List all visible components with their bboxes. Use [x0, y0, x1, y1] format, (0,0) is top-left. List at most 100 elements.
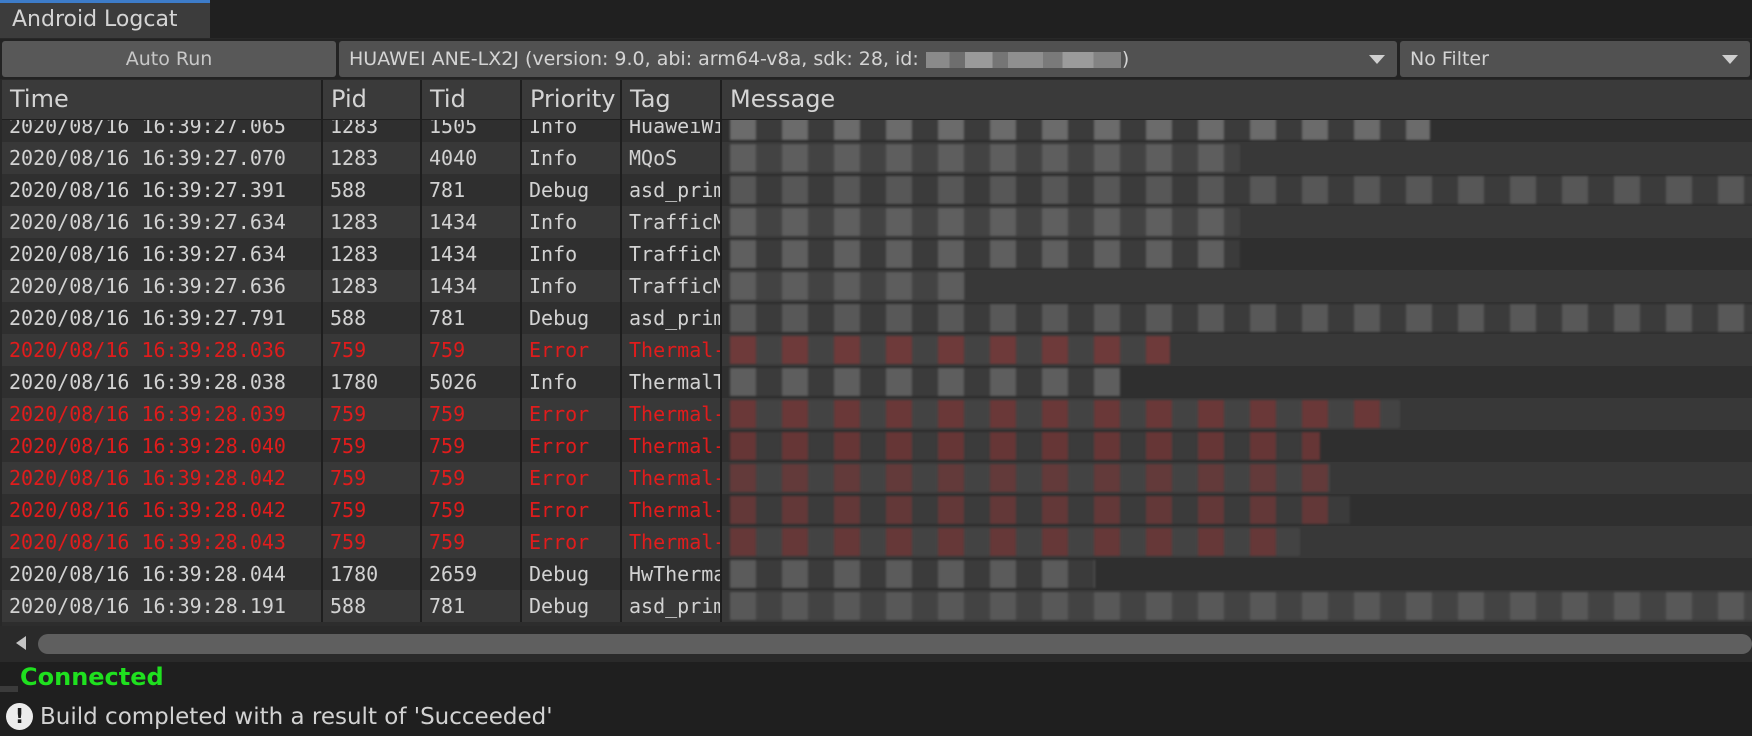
horizontal-scrollbar[interactable] [0, 626, 1752, 662]
filter-dropdown[interactable]: No Filter [1400, 41, 1750, 77]
table-row[interactable]: 2020/08/16 16:39:27.391 588 781 Debug asd_pr… [2, 174, 1752, 206]
table-row[interactable]: 2020/08/16 16:39:28.036 759 759 Error Therma… [2, 334, 1752, 366]
table-row[interactable]: 2020/08/16 16:39:28.043 759 759 Error Therma… [2, 526, 1752, 558]
device-id-redacted [925, 51, 1121, 68]
status-bar: Connected ! Build completed with a resul… [0, 662, 1752, 736]
message-blur [730, 496, 1350, 524]
column-header-message[interactable]: Message [722, 80, 1752, 119]
cell-time: 2020/08/16 16:39:28.040 [2, 430, 323, 462]
table-row[interactable]: 2020/08/16 16:39:27.065 1283 1505 Info Huawe… [2, 120, 1752, 142]
column-header-tag[interactable]: Tag [622, 80, 722, 119]
status-divider [0, 686, 18, 692]
cell-tid: 759 [422, 398, 522, 430]
column-header-tid[interactable]: Tid [422, 80, 522, 119]
cell-tag: ThermalT [622, 366, 722, 398]
cell-time: 2020/08/16 16:39:28.036 [2, 334, 323, 366]
cell-time: 2020/08/16 16:39:28.039 [2, 398, 323, 430]
message-blur [730, 336, 1170, 364]
table-row[interactable]: 2020/08/16 16:39:27.634 1283 1434 Info Traff… [2, 238, 1752, 270]
column-header-pid[interactable]: Pid [323, 80, 422, 119]
tab-title: Android Logcat [12, 7, 178, 32]
tab-android-logcat[interactable]: Android Logcat [0, 0, 210, 38]
cell-pid: 1780 [323, 366, 422, 398]
table-row[interactable]: 2020/08/16 16:39:28.042 759 759 Error Therma… [2, 494, 1752, 526]
cell-time: 2020/08/16 16:39:28.191 [2, 590, 323, 622]
cell-priority: Error [522, 462, 622, 494]
cell-pid: 1283 [323, 206, 422, 238]
cell-message-redacted [722, 302, 1752, 334]
cell-tid: 781 [422, 174, 522, 206]
column-header-priority[interactable]: Priority [522, 80, 622, 119]
device-label-prefix: HUAWEI ANE-LX2J (version: 9.0, abi: arm6… [349, 48, 925, 70]
column-header-time[interactable]: Time [2, 80, 323, 119]
table-row[interactable]: 2020/08/16 16:39:28.042 759 759 Error Therma… [2, 462, 1752, 494]
cell-priority: Error [522, 398, 622, 430]
info-icon: ! [6, 703, 33, 730]
auto-run-button[interactable]: Auto Run [2, 41, 336, 77]
cell-priority: Debug [522, 174, 622, 206]
cell-pid: 759 [323, 494, 422, 526]
cell-priority: Info [522, 120, 622, 142]
scroll-left-arrow-icon[interactable] [16, 636, 26, 650]
cell-priority: Info [522, 238, 622, 270]
cell-message-redacted [722, 590, 1752, 622]
cell-pid: 759 [323, 430, 422, 462]
table-row[interactable]: 2020/08/16 16:39:27.070 1283 4040 Info MQoS [2, 142, 1752, 174]
message-blur [730, 272, 965, 300]
cell-tag: asd_prim [622, 302, 722, 334]
cell-pid: 759 [323, 334, 422, 366]
cell-tag: TrafficM [622, 270, 722, 302]
cell-message-redacted [722, 174, 1752, 206]
cell-pid: 1780 [323, 558, 422, 590]
message-blur [730, 464, 1330, 492]
cell-tid: 5026 [422, 366, 522, 398]
cell-time: 2020/08/16 16:39:27.791 [2, 302, 323, 334]
message-blur [730, 400, 1400, 428]
cell-pid: 1283 [323, 270, 422, 302]
message-blur [730, 208, 1240, 236]
cell-tid: 1434 [422, 270, 522, 302]
logcat-table: Time Pid Tid Priority Tag Message 2020/0… [2, 80, 1752, 626]
cell-priority: Debug [522, 558, 622, 590]
table-row[interactable]: 2020/08/16 16:39:28.038 1780 5026 Info Therm… [2, 366, 1752, 398]
cell-time: 2020/08/16 16:39:27.391 [2, 174, 323, 206]
cell-tag: Thermal- [622, 526, 722, 558]
table-body: 2020/08/16 16:39:27.065 1283 1505 Info Huawe… [2, 120, 1752, 626]
cell-message-redacted [722, 334, 1752, 366]
cell-pid: 1283 [323, 238, 422, 270]
cell-pid: 759 [323, 462, 422, 494]
table-row[interactable]: 2020/08/16 16:39:27.634 1283 1434 Info Traff… [2, 206, 1752, 238]
table-row[interactable]: 2020/08/16 16:39:28.191 588 781 Debug asd_pr… [2, 590, 1752, 622]
cell-tag: HuaweiWi [622, 120, 722, 142]
cell-message-redacted [722, 270, 1752, 302]
cell-priority: Info [522, 206, 622, 238]
message-blur [730, 304, 1752, 332]
cell-pid: 588 [323, 174, 422, 206]
table-row[interactable]: 2020/08/16 16:39:28.039 759 759 Error Therma… [2, 398, 1752, 430]
message-blur [730, 240, 1240, 268]
cell-time: 2020/08/16 16:39:27.636 [2, 270, 323, 302]
cell-message-redacted [722, 142, 1752, 174]
scrollbar-thumb[interactable] [38, 634, 1752, 654]
tab-bar-empty-area [210, 0, 1752, 38]
table-row[interactable]: 2020/08/16 16:39:27.791 588 781 Debug asd_pr… [2, 302, 1752, 334]
table-row[interactable]: 2020/08/16 16:39:27.636 1283 1434 Info Traff… [2, 270, 1752, 302]
message-blur [730, 368, 1120, 396]
cell-time: 2020/08/16 16:39:28.042 [2, 494, 323, 526]
table-row[interactable]: 2020/08/16 16:39:28.040 759 759 Error Therma… [2, 430, 1752, 462]
device-label-suffix: ) [1121, 48, 1130, 70]
cell-priority: Info [522, 366, 622, 398]
toolbar: Auto Run HUAWEI ANE-LX2J (version: 9.0, … [0, 39, 1752, 79]
tab-bar: Android Logcat [0, 0, 1752, 38]
console-message-line[interactable]: ! Build completed with a result of 'Succ… [0, 698, 1752, 736]
device-dropdown[interactable]: HUAWEI ANE-LX2J (version: 9.0, abi: arm6… [339, 41, 1397, 77]
cell-priority: Info [522, 142, 622, 174]
cell-pid: 1283 [323, 120, 422, 142]
cell-tag: TrafficM [622, 238, 722, 270]
table-row[interactable]: 2020/08/16 16:39:28.044 1780 2659 Debug HwTh… [2, 558, 1752, 590]
cell-message-redacted [722, 526, 1752, 558]
message-blur [730, 528, 1300, 556]
cell-priority: Debug [522, 302, 622, 334]
cell-tid: 781 [422, 590, 522, 622]
message-blur [730, 592, 1752, 620]
